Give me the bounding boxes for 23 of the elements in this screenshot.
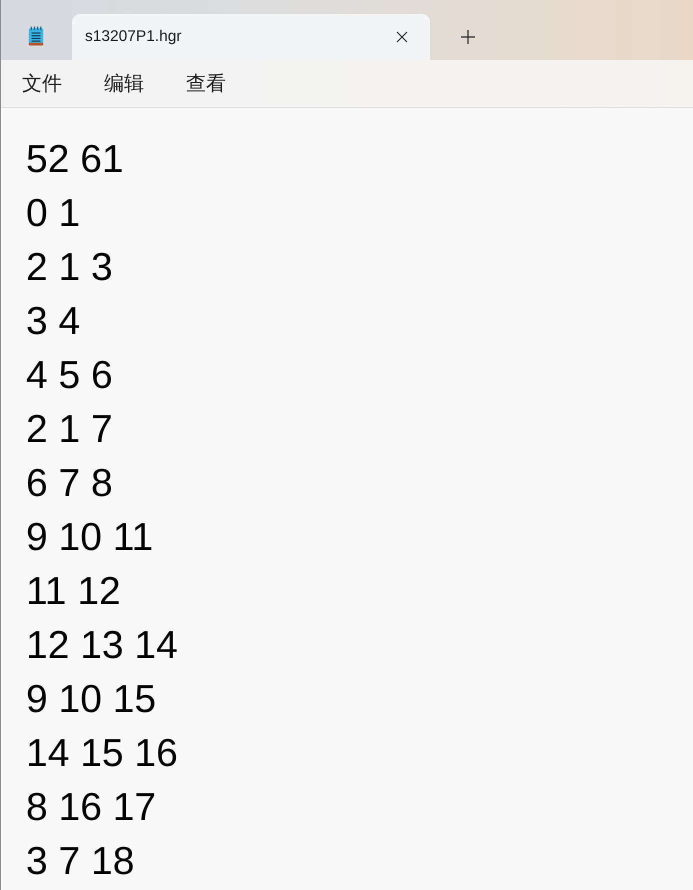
text-line: 3 4 [26,299,80,345]
plus-icon[interactable] [461,30,475,44]
text-line: 0 1 [26,191,80,237]
text-line: 11 12 [26,569,121,615]
text-line: 9 10 11 [26,515,154,561]
text-line: 6 7 8 [26,461,113,507]
text-line: 2 1 7 [26,407,113,453]
text-line: 14 15 16 [26,731,178,777]
text-line: 12 13 14 [26,623,178,669]
notepad-icon [27,26,45,46]
menu-item[interactable]: 查看 [186,70,226,97]
menu-item[interactable]: 编辑 [104,70,144,97]
text-line: 52 61 [26,137,124,183]
text-line: 3 7 18 [26,839,134,885]
text-line: 9 10 15 [26,677,156,723]
close-icon[interactable] [396,31,408,43]
text-area[interactable]: 52 61 0 1 2 1 3 3 4 4 5 6 2 1 7 6 7 8 9 10 11 11 12 12 13 14 9 10 15 14 15 16 8 16 17 3 7 18 [1,108,693,889]
file-tab[interactable]: s13207P1.hgr [72,14,430,60]
text-line: 2 1 3 [26,245,113,291]
text-line: 4 5 6 [26,353,113,399]
text-line: 8 16 17 [26,785,156,831]
menu-item[interactable]: 文件 [22,70,62,97]
tab-title: s13207P1.hgr [85,28,183,46]
